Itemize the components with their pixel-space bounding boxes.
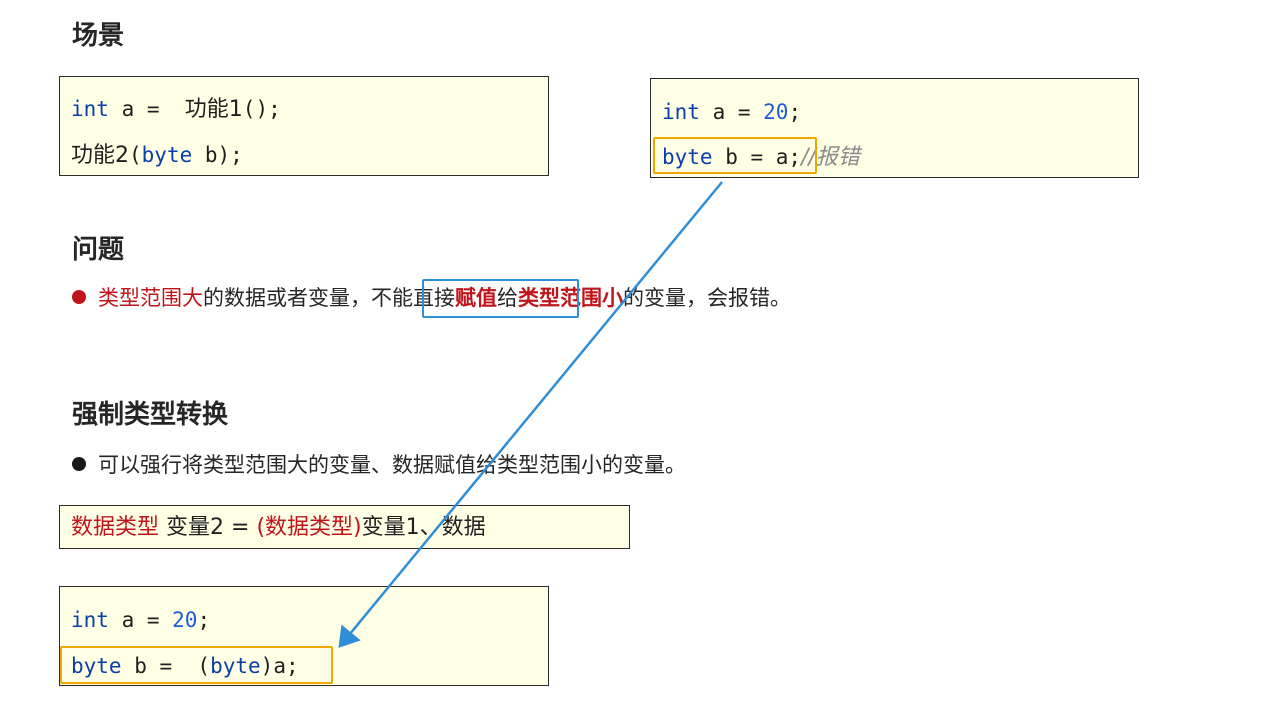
casting-bullet: 可以强行将类型范围大的变量、数据赋值给类型范围小的变量。 [72,450,686,480]
keyword: byte [141,143,193,167]
bullet-dot-icon [72,457,86,471]
code-box-functions: int a = 功能1(); 功能2(byte b); [59,76,549,176]
keyword: int [71,97,109,121]
code-line-1: int a = 20; [662,97,801,127]
code-text-cjk: 功能1 [184,97,243,122]
text: 可以强行将类型范围大的变量、数据赋值给类型范围小的变量。 [98,453,686,477]
syntax-cast: (数据类型) [256,515,362,540]
code-line-1: int a = 功能1(); [71,94,281,125]
syntax-line: 数据类型 变量2 = (数据类型)变量1、数据 [71,512,486,543]
number-literal: 20 [172,608,198,632]
heading-scene: 场景 [72,21,125,51]
keyword: int [71,608,109,632]
number-literal: 20 [763,100,789,124]
syntax-type: 数据类型 [71,515,160,540]
code-text: b); [192,143,243,167]
syntax-text: 变量1、数据 [361,515,486,540]
highlight-cannot-assign [422,279,579,318]
bullet-dot-icon [72,290,86,304]
syntax-text: 变量2 = [159,515,257,540]
code-line-2: 功能2(byte b); [71,140,243,171]
syntax-box: 数据类型 变量2 = (数据类型)变量1、数据 [59,505,630,549]
code-text: a = [699,100,764,124]
text: 的变量，会报错。 [623,286,791,310]
text-large-range: 类型范围大 [98,286,203,310]
code-text: ; [788,100,802,124]
code-text-cjk: 功能2 [71,143,129,168]
code-text: ( [129,143,142,167]
arrow-line [338,181,723,648]
heading-casting: 强制类型转换 [72,400,229,430]
heading-problem: 问题 [72,235,125,265]
keyword: int [662,100,700,124]
highlight-error-assignment [653,137,817,174]
text: 的数据或者变量， [203,286,371,310]
code-text: a = [108,608,173,632]
highlight-cast-assignment [60,646,333,684]
code-text: (); [242,97,281,121]
code-text: ; [197,608,211,632]
code-line-1: int a = 20; [71,605,210,635]
code-text: a = [108,97,185,121]
